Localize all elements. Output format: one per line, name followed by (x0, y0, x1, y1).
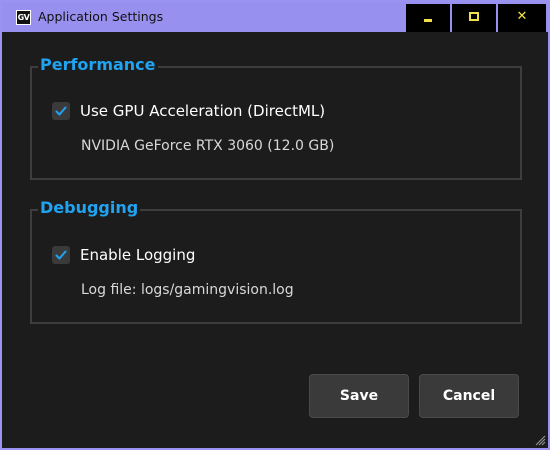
debugging-group: Debugging Enable Logging Log file: logs/… (30, 198, 522, 324)
maximize-button[interactable] (452, 4, 496, 32)
performance-group-title: Performance (38, 55, 158, 75)
save-button[interactable]: Save (309, 374, 409, 418)
maximize-icon (469, 12, 479, 21)
close-button[interactable]: ✕ (498, 4, 546, 32)
window-title: Application Settings (38, 9, 164, 24)
gpu-acceleration-checkbox[interactable] (52, 102, 70, 120)
checkmark-icon (55, 106, 67, 116)
debugging-group-title: Debugging (38, 198, 141, 218)
checkmark-icon (55, 250, 67, 260)
settings-window: GV Application Settings ✕ Performance Us… (0, 0, 550, 450)
performance-group: Performance Use GPU Acceleration (Direct… (30, 55, 522, 180)
minimize-icon (424, 19, 432, 22)
title-bar[interactable]: GV Application Settings ✕ (2, 2, 548, 32)
cancel-button[interactable]: Cancel (419, 374, 519, 418)
enable-logging-checkbox[interactable] (52, 246, 70, 264)
gpu-acceleration-label[interactable]: Use GPU Acceleration (DirectML) (80, 102, 325, 120)
minimize-button[interactable] (406, 4, 450, 32)
enable-logging-label[interactable]: Enable Logging (80, 246, 195, 264)
close-icon: ✕ (516, 9, 528, 24)
gpu-device-name: NVIDIA GeForce RTX 3060 (12.0 GB) (81, 138, 335, 154)
log-file-path: Log file: logs/gamingvision.log (81, 282, 294, 298)
resize-grip-icon[interactable] (534, 434, 546, 446)
app-logo-icon: GV (16, 10, 31, 25)
